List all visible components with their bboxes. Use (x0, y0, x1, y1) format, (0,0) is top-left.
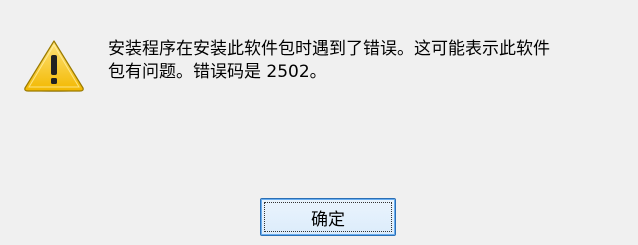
warning-triangle-icon (22, 38, 86, 94)
ok-button-label: 确定 (311, 209, 345, 230)
error-message: 安装程序在安装此软件包时遇到了错误。这可能表示此软件 包有问题。错误码是 250… (108, 39, 550, 82)
error-dialog: 安装程序在安装此软件包时遇到了错误。这可能表示此软件 包有问题。错误码是 250… (0, 0, 638, 245)
ok-button[interactable]: 确定 (260, 198, 396, 236)
